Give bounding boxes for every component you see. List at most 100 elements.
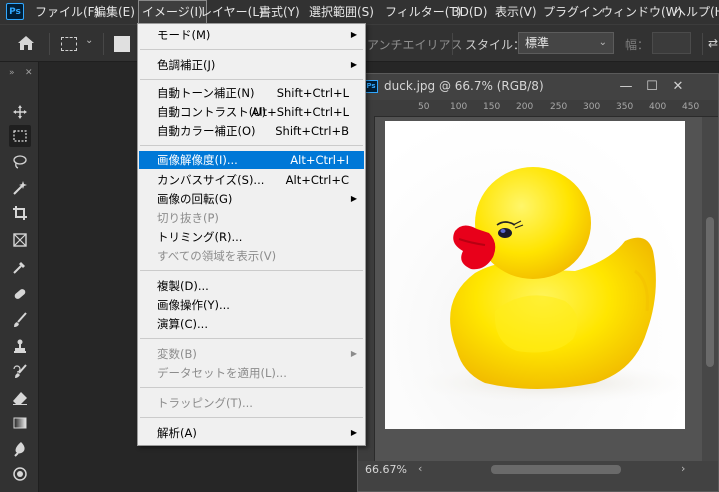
- menu-item-duplicate[interactable]: 複製(D)...: [139, 277, 364, 295]
- menu-item-image-rotation[interactable]: 画像の回転(G) ▶: [139, 190, 364, 208]
- menu-item-reveal-all: すべての領域を表示(V): [139, 247, 364, 265]
- menu-separator: [140, 145, 363, 146]
- healing-brush-icon[interactable]: [9, 283, 31, 305]
- menu-separator: [140, 49, 363, 50]
- menu-item-crop: 切り抜き(P): [139, 209, 364, 227]
- divider: [49, 33, 50, 55]
- submenu-arrow-icon: ▶: [350, 428, 357, 437]
- scroll-right-icon[interactable]: ›: [681, 462, 685, 475]
- ruler-tick: 150: [483, 102, 501, 112]
- zoom-level[interactable]: 66.67%: [365, 463, 407, 476]
- tools-panel-header: » ✕: [0, 68, 39, 80]
- menu-select[interactable]: 選択範囲(S): [309, 0, 374, 24]
- menu-3d[interactable]: 3D(D): [452, 0, 487, 24]
- move-tool-icon[interactable]: [9, 101, 31, 123]
- chevron-down-icon[interactable]: ⌄: [85, 35, 93, 46]
- menu-file[interactable]: ファイル(F): [35, 0, 99, 24]
- minimize-icon[interactable]: —: [616, 78, 636, 96]
- new-selection-icon[interactable]: [114, 36, 130, 52]
- menu-separator: [140, 270, 363, 271]
- menu-item-label: カンバスサイズ(S)...: [157, 173, 265, 187]
- menu-item-shortcut: Alt+Ctrl+C: [285, 173, 349, 187]
- rectangular-marquee-icon[interactable]: [9, 125, 31, 147]
- divider: [103, 33, 104, 55]
- style-label: スタイル：: [465, 38, 526, 52]
- menu-help[interactable]: ヘルプ(H): [674, 0, 719, 24]
- menu-item-mode[interactable]: モード(M) ▶: [139, 26, 364, 44]
- menu-item-shortcut: Alt+Shift+Ctrl+L: [251, 105, 350, 119]
- divider: [702, 33, 703, 55]
- menu-item-label: モード(M): [157, 28, 211, 42]
- lasso-icon[interactable]: [9, 151, 31, 173]
- scroll-thumb[interactable]: [706, 217, 714, 367]
- vertical-scrollbar[interactable]: [702, 117, 718, 461]
- style-select[interactable]: 標準 ⌄: [518, 32, 614, 54]
- document-title-bar[interactable]: Ps duck.jpg @ 66.7% (RGB/8) — ☐ ✕: [358, 74, 718, 100]
- menu-plugins[interactable]: プラグイン: [543, 0, 603, 24]
- submenu-arrow-icon: ▶: [350, 194, 357, 203]
- horizontal-scroll-thumb[interactable]: [491, 465, 621, 474]
- anti-alias-checkbox-label[interactable]: アンチエイリアス: [367, 36, 463, 53]
- frame-icon[interactable]: [9, 229, 31, 251]
- menu-item-auto-color[interactable]: 自動カラー補正(O) Shift+Ctrl+B: [139, 122, 364, 140]
- menu-item-auto-contrast[interactable]: 自動コントラスト(U) Alt+Shift+Ctrl+L: [139, 103, 364, 121]
- status-bar: 66.67% ‹ ›: [358, 461, 718, 491]
- menu-window[interactable]: ウィンドウ(W): [601, 0, 682, 24]
- menu-item-label: 解析(A): [157, 426, 197, 440]
- magic-wand-icon[interactable]: [9, 177, 31, 199]
- crop-icon[interactable]: [9, 202, 31, 224]
- menu-item-canvas-size[interactable]: カンバスサイズ(S)... Alt+Ctrl+C: [139, 171, 364, 189]
- gradient-icon[interactable]: [9, 412, 31, 434]
- swap-icon[interactable]: ⇄: [708, 36, 718, 50]
- style-select-value: 標準: [525, 36, 550, 50]
- menu-item-label: トラッピング(T)...: [157, 396, 253, 410]
- menu-item-apply-image[interactable]: 画像操作(Y)...: [139, 296, 364, 314]
- ruler-tick: 200: [516, 102, 534, 112]
- menu-item-image-size[interactable]: 画像解像度(I)... Alt+Ctrl+I: [139, 151, 364, 169]
- menu-item-auto-tone[interactable]: 自動トーン補正(N) Shift+Ctrl+L: [139, 84, 364, 102]
- menu-item-label: 自動カラー補正(O): [157, 124, 256, 138]
- history-brush-icon[interactable]: [9, 361, 31, 383]
- menu-separator: [140, 417, 363, 418]
- app-logo: Ps: [6, 3, 24, 20]
- width-input[interactable]: [652, 32, 691, 54]
- menu-item-shortcut: Alt+Ctrl+I: [290, 153, 349, 167]
- eraser-icon[interactable]: [9, 387, 31, 409]
- menu-item-label: 自動コントラスト(U): [157, 105, 267, 119]
- ruler-tick: 300: [583, 102, 601, 112]
- menu-item-analysis[interactable]: 解析(A) ▶: [139, 424, 364, 442]
- dodge-icon[interactable]: [9, 463, 31, 485]
- blur-icon[interactable]: [9, 438, 31, 460]
- close-icon[interactable]: ✕: [668, 78, 688, 96]
- menu-image[interactable]: イメージ(I): [138, 0, 207, 24]
- menu-item-label: 画像解像度(I)...: [157, 153, 238, 167]
- submenu-arrow-icon: ▶: [350, 60, 357, 69]
- menu-item-adjustments[interactable]: 色調補正(J) ▶: [139, 56, 364, 74]
- brush-icon[interactable]: [9, 309, 31, 331]
- image-menu-dropdown: モード(M) ▶ 色調補正(J) ▶ 自動トーン補正(N) Shift+Ctrl…: [137, 23, 366, 446]
- canvas[interactable]: [375, 117, 702, 461]
- eyedropper-icon[interactable]: [9, 256, 31, 278]
- duck-photo: [385, 121, 700, 429]
- close-icon[interactable]: ✕: [25, 68, 33, 78]
- home-icon[interactable]: [15, 33, 37, 53]
- menu-item-label: データセットを適用(L)...: [157, 366, 287, 380]
- menu-item-calculations[interactable]: 演算(C)...: [139, 315, 364, 333]
- scroll-left-icon[interactable]: ‹: [418, 462, 422, 475]
- maximize-icon[interactable]: ☐: [642, 78, 662, 96]
- submenu-arrow-icon: ▶: [350, 30, 357, 39]
- menu-item-label: 変数(B): [157, 347, 197, 361]
- horizontal-ruler: 50 100 150 200 250 300 350 400 450: [358, 100, 718, 117]
- menu-view[interactable]: 表示(V): [495, 0, 537, 24]
- menu-filter[interactable]: フィルター(T): [385, 0, 461, 24]
- menu-item-label: すべての領域を表示(V): [157, 249, 277, 263]
- menu-type[interactable]: 書式(Y): [259, 0, 300, 24]
- menu-edit[interactable]: 編集(E): [94, 0, 135, 24]
- menu-separator: [140, 387, 363, 388]
- collapse-icon[interactable]: »: [9, 68, 15, 78]
- menu-item-shortcut: Shift+Ctrl+B: [275, 124, 349, 138]
- menu-item-trim[interactable]: トリミング(R)...: [139, 228, 364, 246]
- marquee-preset-icon[interactable]: [61, 37, 77, 51]
- clone-stamp-icon[interactable]: [9, 335, 31, 357]
- menu-layer[interactable]: レイヤー(L): [200, 0, 264, 24]
